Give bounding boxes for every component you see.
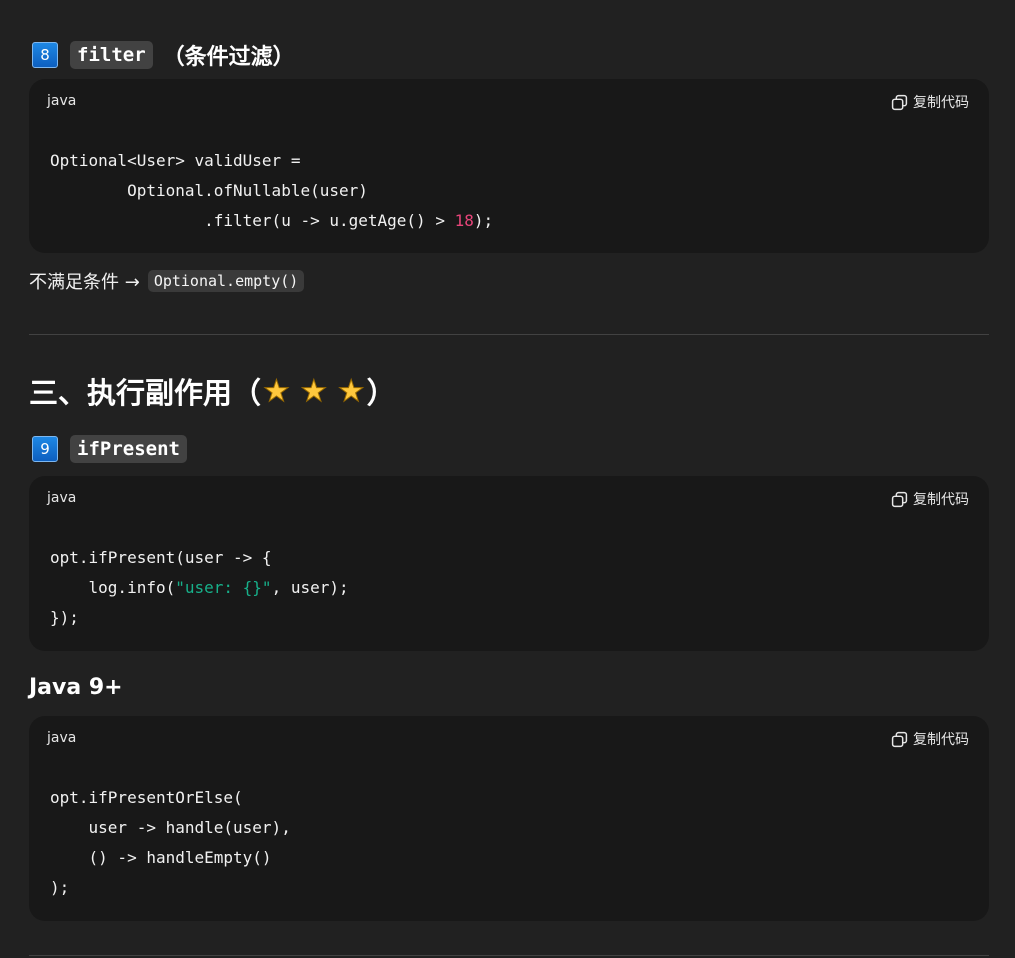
code-block-ifpresent: java 复制代码 opt.ifPresent(user -> { log.in… [29, 476, 989, 651]
code-line-end: , user); [271, 578, 349, 597]
code-line: Optional<User> validUser = [50, 151, 301, 170]
copy-code-button[interactable]: 复制代码 [891, 92, 969, 112]
heading-suffix: （条件过滤） [162, 45, 295, 70]
inline-code-ifpresent: ifPresent [70, 435, 187, 463]
copy-code-button[interactable]: 复制代码 [891, 489, 969, 509]
code-block-ifpresentorelse: java 复制代码 opt.ifPresentOrElse( user -> h… [29, 716, 989, 921]
code-string-literal: "user: {}" [175, 578, 272, 597]
filter-note-text: 不满足条件 → [29, 272, 140, 293]
code-line: () -> handleEmpty() [50, 848, 272, 867]
code-content: opt.ifPresent(user -> { log.info("user: … [50, 543, 349, 633]
inline-code-filter: filter [70, 41, 153, 69]
copy-icon [891, 731, 908, 747]
star-icon: ★ ★ ★ [263, 373, 366, 409]
section-heading-filter: 8 filter （条件过滤） [32, 39, 295, 71]
code-line: Optional.ofNullable(user) [50, 181, 368, 200]
copy-code-label: 复制代码 [913, 95, 969, 111]
divider [29, 955, 989, 956]
code-line: user -> handle(user), [50, 818, 291, 837]
copy-icon [891, 491, 908, 507]
code-line: opt.ifPresentOrElse( [50, 788, 243, 807]
copy-code-label: 复制代码 [913, 492, 969, 508]
keycap-digit-icon: 8 [32, 42, 58, 68]
code-content: Optional<User> validUser = Optional.ofNu… [50, 146, 493, 236]
code-language-label: java [47, 93, 77, 109]
code-line-end: ); [473, 211, 494, 230]
code-block-filter: java 复制代码 Optional<User> validUser = Opt… [29, 79, 989, 253]
filter-note: 不满足条件 → Optional.empty() [29, 268, 305, 294]
code-line: .filter(u -> u.getAge() > [50, 211, 455, 230]
copy-code-button[interactable]: 复制代码 [891, 729, 969, 749]
code-language-label: java [47, 490, 77, 506]
inline-code-optional-empty: Optional.empty() [147, 270, 305, 292]
section-title-text: 三、执行副作用（ [29, 376, 262, 410]
section-title-side-effects: 三、执行副作用（ ★ ★ ★ ） [29, 370, 396, 412]
code-line: }); [50, 608, 79, 627]
code-number-literal: 18 [454, 211, 474, 230]
java9-heading: Java 9+ [29, 675, 123, 700]
copy-code-label: 复制代码 [913, 732, 969, 748]
code-line: opt.ifPresent(user -> { [50, 548, 272, 567]
keycap-digit-icon: 9 [32, 436, 58, 462]
section-heading-ifpresent: 9 ifPresent [32, 435, 187, 463]
divider [29, 334, 989, 335]
code-content: opt.ifPresentOrElse( user -> handle(user… [50, 783, 291, 903]
code-line: log.info( [50, 578, 176, 597]
code-language-label: java [47, 730, 77, 746]
code-line: ); [50, 878, 70, 897]
copy-icon [891, 94, 908, 110]
section-title-close: ） [366, 376, 396, 410]
